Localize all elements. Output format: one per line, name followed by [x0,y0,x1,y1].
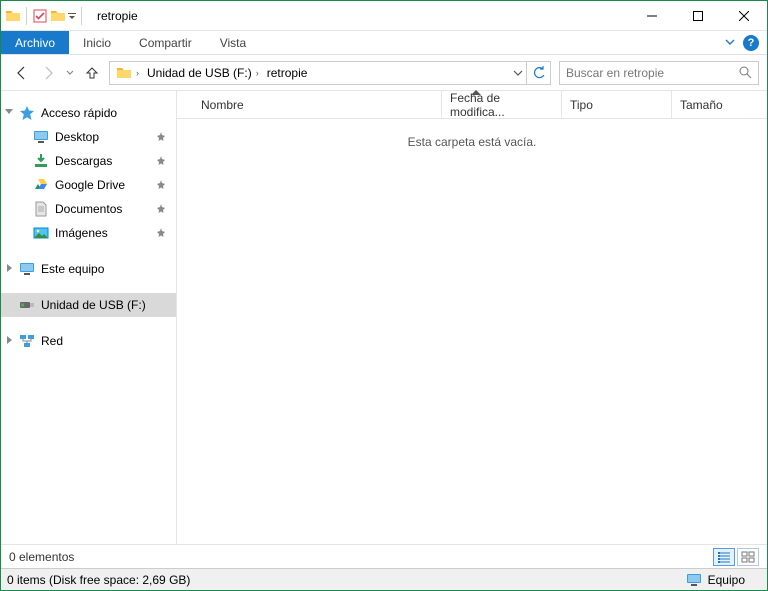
nav-usb-drive[interactable]: Unidad de USB (F:) [1,293,176,317]
help-icon[interactable]: ? [743,35,759,51]
ribbon-tab-file[interactable]: Archivo [1,31,69,54]
nav-label: Este equipo [41,262,104,276]
qat-separator [81,7,82,25]
breadcrumb-label: Unidad de USB (F:) [147,66,252,80]
view-details-button[interactable] [713,548,735,566]
status-item-count: 0 elementos [9,550,74,564]
navbar: › Unidad de USB (F:) › retropie Buscar e… [1,55,767,91]
nav-label: Acceso rápido [41,106,117,120]
column-name[interactable]: Nombre [193,91,442,118]
status-bar: 0 elementos [1,544,767,568]
footer-status-bar: 0 items (Disk free space: 2,69 GB) Equip… [1,568,767,590]
nav-label: Imágenes [55,226,108,240]
body: Acceso rápido Desktop Descargas Google D… [1,91,767,544]
gdrive-icon [33,177,49,193]
column-headers: Nombre Fecha de modifica... Tipo Tamaño [177,91,767,119]
usb-drive-icon [19,297,35,313]
forward-button[interactable] [39,64,57,82]
nav-label: Desktop [55,130,99,144]
folder-icon[interactable] [50,8,66,24]
document-icon [33,201,49,217]
ribbon-tab-view[interactable]: Vista [206,31,260,54]
maximize-button[interactable] [675,1,721,30]
quick-access-toolbar [1,7,89,25]
ribbon: Archivo Inicio Compartir Vista ? [1,31,767,55]
nav-images[interactable]: Imágenes [1,221,176,245]
folder-small-icon [5,8,21,24]
column-size[interactable]: Tamaño [672,91,742,118]
ribbon-tab-home[interactable]: Inicio [69,31,125,54]
nav-desktop[interactable]: Desktop [1,125,176,149]
column-type[interactable]: Tipo [562,91,672,118]
recent-locations-icon[interactable] [65,69,75,77]
nav-label: Descargas [55,154,112,168]
breadcrumb-root[interactable]: › [112,62,143,84]
breadcrumb-drive[interactable]: Unidad de USB (F:) › [143,62,263,84]
qat-separator [26,7,27,25]
star-icon [19,105,35,121]
pin-icon [156,156,166,166]
pin-icon [156,180,166,190]
ribbon-spacer [260,31,725,54]
view-large-icons-button[interactable] [737,548,759,566]
window-controls [629,1,767,30]
nav-label: Documentos [55,202,122,216]
search-icon [739,66,752,79]
close-button[interactable] [721,1,767,30]
nav-label: Unidad de USB (F:) [41,298,146,312]
pin-icon [156,204,166,214]
window-title: retropie [89,9,629,23]
content-pane: Nombre Fecha de modifica... Tipo Tamaño … [177,91,767,544]
nav-label: Red [41,334,63,348]
properties-checkbox-icon[interactable] [32,8,48,24]
search-input[interactable]: Buscar en retropie [559,61,759,85]
nav-network[interactable]: Red [1,329,176,353]
ribbon-expand-icon[interactable] [725,36,735,50]
monitor-icon [686,572,702,588]
pin-icon [156,228,166,238]
up-button[interactable] [83,64,101,82]
nav-pane: Acceso rápido Desktop Descargas Google D… [1,91,177,544]
qat-dropdown-icon[interactable] [68,8,76,24]
address-dropdown-icon[interactable] [508,62,526,84]
nav-label: Google Drive [55,178,125,192]
nav-downloads[interactable]: Descargas [1,149,176,173]
nav-arrows [9,64,105,82]
nav-gdrive[interactable]: Google Drive [1,173,176,197]
network-icon [19,333,35,349]
footer-left-text: 0 items (Disk free space: 2,69 GB) [7,573,190,587]
column-date[interactable]: Fecha de modifica... [442,91,562,118]
breadcrumb-label: retropie [267,66,308,80]
monitor-icon [19,261,35,277]
empty-folder-message: Esta carpeta está vacía. [177,119,767,149]
download-icon [33,153,49,169]
refresh-button[interactable] [526,62,550,84]
nav-this-pc[interactable]: Este equipo [1,257,176,281]
minimize-button[interactable] [629,1,675,30]
ribbon-tab-share[interactable]: Compartir [125,31,206,54]
search-placeholder: Buscar en retropie [566,66,739,80]
address-bar[interactable]: › Unidad de USB (F:) › retropie [110,62,508,84]
nav-quick-access[interactable]: Acceso rápido [1,101,176,125]
pin-icon [156,132,166,142]
titlebar: retropie [1,1,767,31]
nav-documents[interactable]: Documentos [1,197,176,221]
back-button[interactable] [13,64,31,82]
images-icon [33,225,49,241]
footer-right-text: Equipo [708,573,745,587]
sort-caret-icon [471,90,481,95]
breadcrumb-folder[interactable]: retropie [263,62,312,84]
monitor-icon [33,129,49,145]
address-bar-wrap: › Unidad de USB (F:) › retropie [109,61,551,85]
